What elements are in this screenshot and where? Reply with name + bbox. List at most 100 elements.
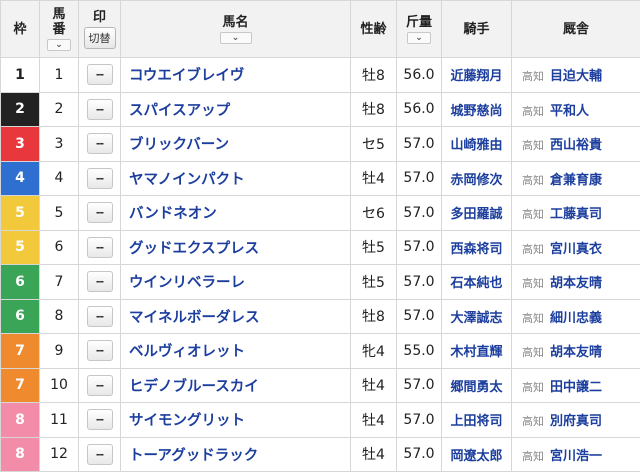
trainer-link[interactable]: 宮川真衣: [550, 242, 602, 257]
jockey-link[interactable]: 上田将司: [441, 402, 512, 438]
stable-cell: 高知 西山裕貴: [511, 126, 640, 162]
header-weight-label: 斤量: [405, 14, 432, 30]
mark-button[interactable]: --: [86, 133, 113, 155]
mark-button[interactable]: --: [86, 271, 113, 293]
sex-age-cell: 牡4: [350, 436, 397, 472]
horse-name-link[interactable]: ヒデノブルースカイ: [120, 367, 351, 403]
header-sexage: 性齢: [350, 0, 397, 58]
stable-region: 高知: [522, 139, 544, 153]
mark-button[interactable]: --: [86, 167, 113, 189]
mark-button[interactable]: --: [86, 305, 113, 327]
mark-cell: --: [78, 160, 121, 196]
mark-button[interactable]: --: [86, 409, 113, 431]
stable-region: 高知: [522, 104, 544, 118]
mark-cell: --: [78, 229, 121, 265]
stable-region: 高知: [522, 380, 544, 394]
mark-button[interactable]: --: [86, 236, 113, 258]
jockey-link[interactable]: 岡遼太郎: [441, 436, 512, 472]
jockey-link[interactable]: 郷間勇太: [441, 367, 512, 403]
jockey-link[interactable]: 赤岡修次: [441, 160, 512, 196]
header-weight[interactable]: 斤量 ⌄: [396, 0, 442, 58]
waku-cell: 3: [0, 126, 40, 162]
horse-name-link[interactable]: スパイスアップ: [120, 91, 351, 127]
header-jockey: 騎手: [441, 0, 512, 58]
horse-name-link[interactable]: グッドエクスプレス: [120, 229, 351, 265]
mark-cell: --: [78, 195, 121, 231]
horse-name-link[interactable]: バンドネオン: [120, 195, 351, 231]
jockey-link[interactable]: 城野慈尚: [441, 91, 512, 127]
header-horse[interactable]: 馬名 ⌄: [120, 0, 351, 58]
horse-name-link[interactable]: サイモングリット: [120, 402, 351, 438]
umaban-cell: 4: [39, 160, 79, 196]
mark-cell: --: [78, 298, 121, 334]
header-horse-label: 馬名: [222, 14, 249, 30]
weight-cell: 57.0: [396, 195, 442, 231]
mark-button[interactable]: --: [86, 443, 113, 465]
mark-switch-button[interactable]: 切替: [83, 26, 116, 49]
mark-button[interactable]: --: [86, 374, 113, 396]
sex-age-cell: 牡4: [350, 160, 397, 196]
table-row: 7 9 -- ベルヴィオレット 牝4 55.0 木村直輝 高知 胡本友晴: [0, 333, 640, 369]
waku-cell: 5: [0, 195, 40, 231]
stable-region: 高知: [522, 415, 544, 429]
stable-cell: 高知 平和人: [511, 91, 640, 127]
trainer-link[interactable]: 倉兼育康: [550, 173, 602, 188]
weight-cell: 57.0: [396, 160, 442, 196]
sort-umaban-button[interactable]: ⌄: [47, 39, 71, 51]
horse-name-link[interactable]: ヤマノインパクト: [120, 160, 351, 196]
chevron-down-icon: ⌄: [55, 40, 63, 50]
mark-cell: --: [78, 57, 121, 93]
waku-cell: 7: [0, 333, 40, 369]
stable-region: 高知: [522, 277, 544, 291]
chevron-down-icon: ⌄: [415, 32, 423, 43]
weight-cell: 57.0: [396, 402, 442, 438]
header-waku: 枠: [0, 0, 40, 58]
umaban-cell: 5: [39, 195, 79, 231]
sex-age-cell: 牡8: [350, 57, 397, 93]
trainer-link[interactable]: 工藤真司: [550, 207, 602, 222]
trainer-link[interactable]: 別府真司: [550, 414, 602, 429]
header-mark-label: 印: [92, 9, 106, 25]
mark-button[interactable]: --: [86, 340, 113, 362]
trainer-link[interactable]: 胡本友晴: [550, 345, 602, 360]
trainer-link[interactable]: 目迫大輔: [550, 69, 602, 84]
umaban-cell: 3: [39, 126, 79, 162]
sort-horse-button[interactable]: ⌄: [219, 31, 252, 44]
jockey-link[interactable]: 大澤誠志: [441, 298, 512, 334]
mark-cell: --: [78, 367, 121, 403]
waku-cell: 8: [0, 402, 40, 438]
header-mark: 印 切替: [78, 0, 121, 58]
stable-cell: 高知 目迫大輔: [511, 57, 640, 93]
trainer-link[interactable]: 細川忠義: [550, 311, 602, 326]
table-row: 5 5 -- バンドネオン セ6 57.0 多田羅誠 高知 工藤真司: [0, 195, 640, 231]
table-row: 5 6 -- グッドエクスプレス 牡5 57.0 西森将司 高知 宮川真衣: [0, 229, 640, 265]
mark-button[interactable]: --: [86, 202, 113, 224]
trainer-link[interactable]: 田中譲二: [550, 380, 602, 395]
sort-weight-button[interactable]: ⌄: [407, 31, 431, 44]
horse-name-link[interactable]: トーアグッドラック: [120, 436, 351, 472]
mark-button[interactable]: --: [86, 98, 113, 120]
jockey-link[interactable]: 西森将司: [441, 229, 512, 265]
trainer-link[interactable]: 胡本友晴: [550, 276, 602, 291]
table-row: 4 4 -- ヤマノインパクト 牡4 57.0 赤岡修次 高知 倉兼育康: [0, 160, 640, 196]
trainer-link[interactable]: 宮川浩一: [550, 449, 602, 464]
header-umaban[interactable]: 馬番 ⌄: [39, 0, 79, 58]
horse-name-link[interactable]: ブリックバーン: [120, 126, 351, 162]
horse-name-link[interactable]: ウインリベラーレ: [120, 264, 351, 300]
trainer-link[interactable]: 平和人: [550, 104, 589, 119]
race-entry-table: 枠 馬番 ⌄ 印 切替 馬名 ⌄ 性齢 斤量 ⌄ 騎手 厩舎 1 1 -- コウ…: [0, 0, 640, 472]
mark-button[interactable]: --: [86, 64, 113, 86]
jockey-link[interactable]: 木村直輝: [441, 333, 512, 369]
jockey-link[interactable]: 山崎雅由: [441, 126, 512, 162]
jockey-link[interactable]: 石本純也: [441, 264, 512, 300]
horse-name-link[interactable]: コウエイブレイヴ: [120, 57, 351, 93]
waku-cell: 6: [0, 298, 40, 334]
jockey-link[interactable]: 多田羅誠: [441, 195, 512, 231]
sex-age-cell: セ5: [350, 126, 397, 162]
horse-name-link[interactable]: ベルヴィオレット: [120, 333, 351, 369]
horse-name-link[interactable]: マイネルボーダレス: [120, 298, 351, 334]
table-row: 6 7 -- ウインリベラーレ 牡5 57.0 石本純也 高知 胡本友晴: [0, 264, 640, 300]
trainer-link[interactable]: 西山裕貴: [550, 138, 602, 153]
jockey-link[interactable]: 近藤翔月: [441, 57, 512, 93]
mark-cell: --: [78, 264, 121, 300]
